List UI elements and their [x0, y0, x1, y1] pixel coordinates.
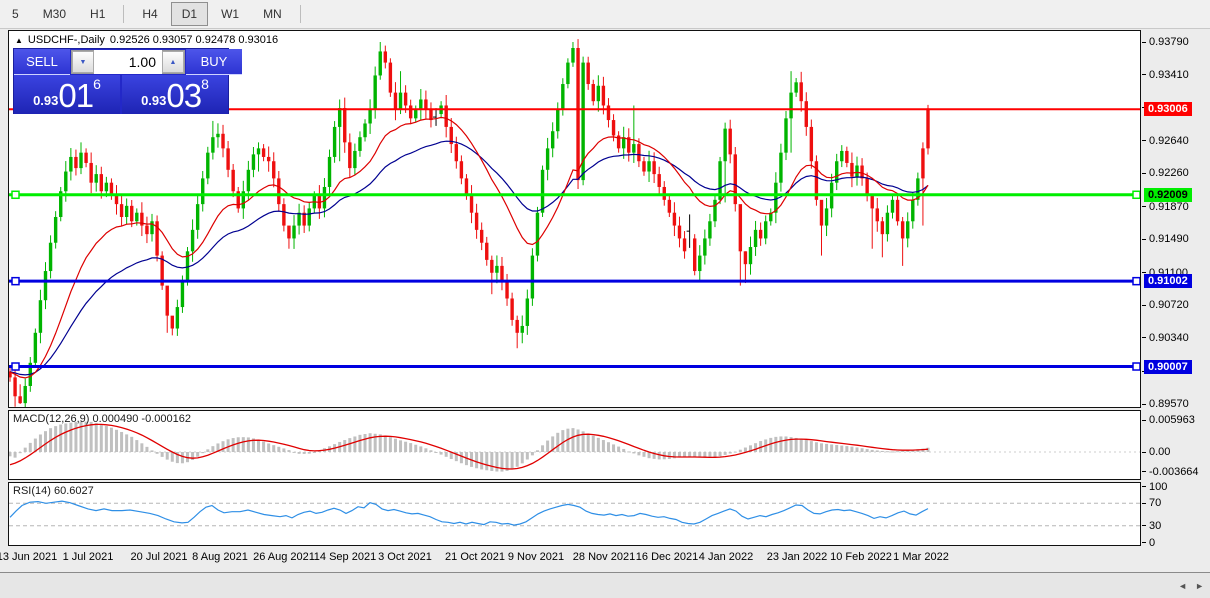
timeframe-button-h4[interactable]: H4 — [131, 2, 168, 26]
rsi-tick-mark — [1142, 503, 1146, 504]
sell-price-prefix: 0.93 — [33, 93, 58, 108]
rsi-tick-mark — [1142, 525, 1146, 526]
price-tick-label: 0.93790 — [1149, 36, 1189, 48]
sell-button[interactable]: SELL — [14, 49, 70, 75]
price-tick-mark — [1142, 173, 1146, 174]
rsi-tick-mark — [1142, 542, 1146, 543]
timeframe-button-m30[interactable]: M30 — [32, 2, 77, 26]
price-tick-label: 0.92640 — [1149, 135, 1189, 147]
macd-tick-mark — [1142, 420, 1146, 421]
timeframe-button-mn[interactable]: MN — [252, 2, 293, 26]
volume-decrease-icon[interactable]: ▼ — [72, 51, 94, 73]
chart-ohlc-values: 0.92526 0.93057 0.92478 0.93016 — [110, 34, 278, 46]
date-tick-label: 9 Nov 2021 — [508, 551, 564, 563]
date-tick-label: 20 Jul 2021 — [131, 551, 188, 563]
date-tick-label: 10 Feb 2022 — [830, 551, 892, 563]
date-tick-label: 1 Mar 2022 — [893, 551, 949, 563]
symbol-tab-bar: ◄ ► — [0, 572, 1210, 598]
macd-tick-label: 0.00 — [1149, 446, 1170, 458]
macd-indicator-panel[interactable]: MACD(12,26,9) 0.000490 -0.000162 — [8, 410, 1141, 480]
volume-stepper: ▼ ▲ — [71, 50, 185, 74]
price-axis[interactable]: 0.937900.934100.930300.926400.922600.918… — [1142, 0, 1210, 570]
price-tick-mark — [1142, 140, 1146, 141]
date-tick-label: 23 Jan 2022 — [767, 551, 828, 563]
rsi-line — [10, 501, 928, 525]
buy-button[interactable]: BUY — [186, 49, 242, 75]
price-tick-mark — [1142, 239, 1146, 240]
price-tick-mark — [1142, 404, 1146, 405]
price-level-badge: 0.93006 — [1144, 102, 1192, 116]
sell-price-big-digits: 01 — [58, 79, 93, 112]
buy-price-big-digits: 03 — [166, 79, 201, 112]
rsi-tick-label: 30 — [1149, 520, 1161, 532]
rsi-tick-label: 100 — [1149, 481, 1167, 493]
macd-tick-label: 0.005963 — [1149, 414, 1195, 426]
date-tick-label: 4 Jan 2022 — [699, 551, 753, 563]
moving-averages-layer — [10, 117, 928, 378]
date-tick-label: 16 Dec 2021 — [636, 551, 698, 563]
buy-price-display[interactable]: 0.93038 — [122, 75, 228, 114]
collapse-chart-icon[interactable]: ▲ — [15, 36, 23, 45]
tab-scroll-right-icon[interactable]: ► — [1195, 581, 1204, 591]
date-tick-label: 26 Aug 2021 — [253, 551, 315, 563]
price-tick-label: 0.89570 — [1149, 398, 1189, 410]
price-tick-mark — [1142, 305, 1146, 306]
rsi-indicator-panel[interactable]: RSI(14) 60.6027 — [8, 482, 1141, 546]
timeframe-toolbar: 5M30H1 H4D1W1MN — [0, 0, 1210, 29]
date-tick-label: 28 Nov 2021 — [573, 551, 635, 563]
volume-increase-icon[interactable]: ▲ — [162, 51, 184, 73]
price-tick-label: 0.91490 — [1149, 233, 1189, 245]
price-tick-label: 0.92260 — [1149, 167, 1189, 179]
rsi-tick-label: 70 — [1149, 497, 1161, 509]
macd-tick-mark — [1142, 471, 1146, 472]
rsi-tick-mark — [1142, 486, 1146, 487]
toolbar-separator — [123, 5, 124, 23]
one-click-trade-panel: SELL ▼ ▲ BUY 0.93016 0.93038 — [13, 48, 229, 114]
date-tick-label: 8 Aug 2021 — [192, 551, 248, 563]
tab-scroll-arrows: ◄ ► — [1178, 573, 1204, 598]
rsi-label: RSI(14) 60.6027 — [13, 485, 94, 497]
date-tick-label: 14 Sep 2021 — [314, 551, 376, 563]
macd-histogram — [9, 422, 930, 472]
macd-tick-mark — [1142, 452, 1146, 453]
trading-terminal-window: 5M30H1 H4D1W1MN ▲ USDCHF-,Daily 0.92526 0… — [0, 0, 1210, 598]
price-tick-mark — [1142, 42, 1146, 43]
timeframe-button-h1[interactable]: H1 — [79, 2, 116, 26]
toolbar-separator — [300, 5, 301, 23]
price-level-badge: 0.90007 — [1144, 360, 1192, 374]
chart-symbol-header: ▲ USDCHF-,Daily 0.92526 0.93057 0.92478 … — [15, 34, 278, 46]
macd-label: MACD(12,26,9) 0.000490 -0.000162 — [13, 413, 191, 425]
price-level-badge: 0.92009 — [1144, 188, 1192, 202]
timeframe-button-w1[interactable]: W1 — [210, 2, 250, 26]
sell-price-pip: 6 — [93, 76, 101, 92]
price-tick-mark — [1142, 74, 1146, 75]
time-axis[interactable]: 13 Jun 20211 Jul 202120 Jul 20218 Aug 20… — [8, 546, 1141, 570]
price-tick-label: 0.91870 — [1149, 201, 1189, 213]
chart-symbol-label: USDCHF-,Daily — [28, 34, 105, 46]
price-chart-panel[interactable]: ▲ USDCHF-,Daily 0.92526 0.93057 0.92478 … — [8, 30, 1141, 408]
sell-price-display[interactable]: 0.93016 — [14, 75, 122, 114]
price-tick-mark — [1142, 337, 1146, 338]
date-tick-label: 13 Jun 2021 — [0, 551, 57, 563]
price-tick-mark — [1142, 272, 1146, 273]
price-tick-label: 0.90340 — [1149, 332, 1189, 344]
date-tick-label: 1 Jul 2021 — [63, 551, 114, 563]
volume-input[interactable] — [94, 50, 162, 74]
horizontal-levels-layer[interactable] — [9, 109, 1140, 370]
date-tick-label: 21 Oct 2021 — [445, 551, 505, 563]
tab-scroll-left-icon[interactable]: ◄ — [1178, 581, 1187, 591]
rsi-tick-label: 0 — [1149, 537, 1155, 549]
macd-tick-label: -0.003664 — [1149, 466, 1199, 478]
date-tick-label: 3 Oct 2021 — [378, 551, 432, 563]
price-tick-label: 0.90720 — [1149, 299, 1189, 311]
timeframe-button-5[interactable]: 5 — [1, 2, 30, 26]
buy-price-pip: 8 — [201, 76, 209, 92]
buy-price-prefix: 0.93 — [141, 93, 166, 108]
price-level-badge: 0.91002 — [1144, 274, 1192, 288]
rsi-chart[interactable] — [9, 483, 1140, 545]
price-tick-label: 0.93410 — [1149, 69, 1189, 81]
timeframe-button-d1[interactable]: D1 — [171, 2, 208, 26]
price-tick-mark — [1142, 206, 1146, 207]
